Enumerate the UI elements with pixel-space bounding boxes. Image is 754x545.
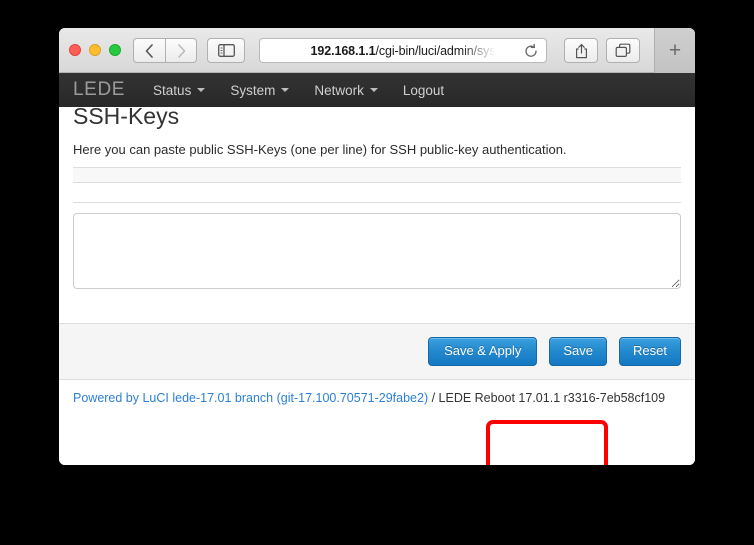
maximize-window-button[interactable] (109, 44, 121, 56)
form-actions-bar: Save & Apply Save Reset (59, 323, 695, 380)
close-window-button[interactable] (69, 44, 81, 56)
page-content: SSH-Keys Here you can paste public SSH-K… (59, 103, 695, 416)
firmware-version-text: / LEDE Reboot 17.01.1 r3316-7eb58cf109 (428, 391, 666, 405)
url-text: 192.168.1.1/cgi-bin/luci/admin/sys (311, 44, 496, 58)
address-bar[interactable]: 192.168.1.1/cgi-bin/luci/admin/sys (259, 38, 547, 63)
page-description: Here you can paste public SSH-Keys (one … (73, 142, 567, 157)
minimize-window-button[interactable] (89, 44, 101, 56)
new-tab-button[interactable]: + (669, 40, 681, 61)
share-button[interactable] (564, 38, 598, 63)
luci-version-link[interactable]: Powered by LuCI lede-17.01 branch (git-1… (73, 391, 428, 405)
content-bottom-spacer (73, 301, 681, 323)
browser-toolbar: 192.168.1.1/cgi-bin/luci/admin/sys + (59, 28, 695, 73)
nav-item-status-label: Status (153, 82, 192, 98)
nav-item-network[interactable]: Network (314, 83, 378, 98)
share-icon (575, 43, 587, 58)
sidebar-icon (217, 44, 235, 57)
nav-item-status[interactable]: Status (153, 82, 206, 98)
section-separator-band (73, 167, 681, 183)
ssh-keys-field-wrapper (73, 202, 681, 301)
new-tab-strip: + (654, 28, 695, 73)
show-tabs-button[interactable] (606, 38, 640, 63)
sidebar-toggle-button[interactable] (207, 38, 245, 63)
url-host: 192.168.1.1 (310, 43, 376, 58)
browser-window: 192.168.1.1/cgi-bin/luci/admin/sys + LED… (59, 28, 695, 465)
nav-item-network-label: Network (314, 82, 364, 98)
page-footer: Powered by LuCI lede-17.01 branch (git-1… (73, 380, 681, 416)
nav-item-logout[interactable]: Logout (403, 83, 444, 98)
luci-brand-logo[interactable]: LEDE (73, 79, 125, 101)
forward-button[interactable] (165, 38, 197, 63)
nav-item-logout-label: Logout (402, 82, 445, 98)
chevron-down-icon (281, 88, 290, 92)
web-page: LEDE Status System Network Logout SSH-Ke… (59, 73, 695, 465)
nav-item-system-label: System (230, 82, 276, 98)
section-gap (73, 183, 681, 202)
save-and-apply-button[interactable]: Save & Apply (428, 336, 538, 367)
main-menu: Status System Network Logout (153, 83, 469, 98)
chevron-left-icon (145, 43, 153, 58)
footer-text: Powered by LuCI lede-17.01 branch (git-1… (73, 391, 665, 405)
save-button[interactable]: Save (549, 336, 608, 367)
chevron-down-icon (369, 88, 378, 92)
reload-icon (525, 43, 537, 57)
annotation-highlight-box (486, 420, 608, 465)
reload-button[interactable] (523, 43, 539, 59)
back-button[interactable] (133, 38, 165, 63)
ssh-keys-textarea[interactable] (73, 213, 681, 289)
luci-navbar: LEDE Status System Network Logout (59, 73, 695, 107)
chevron-right-icon (177, 43, 185, 58)
tabs-icon (615, 43, 631, 58)
page-title: SSH-Keys (73, 103, 180, 129)
window-controls (69, 44, 121, 56)
nav-item-system[interactable]: System (230, 82, 290, 98)
url-path: /cgi-bin/luci/admin/sys (375, 43, 496, 58)
chevron-down-icon (197, 88, 206, 92)
reset-button[interactable]: Reset (619, 336, 681, 367)
